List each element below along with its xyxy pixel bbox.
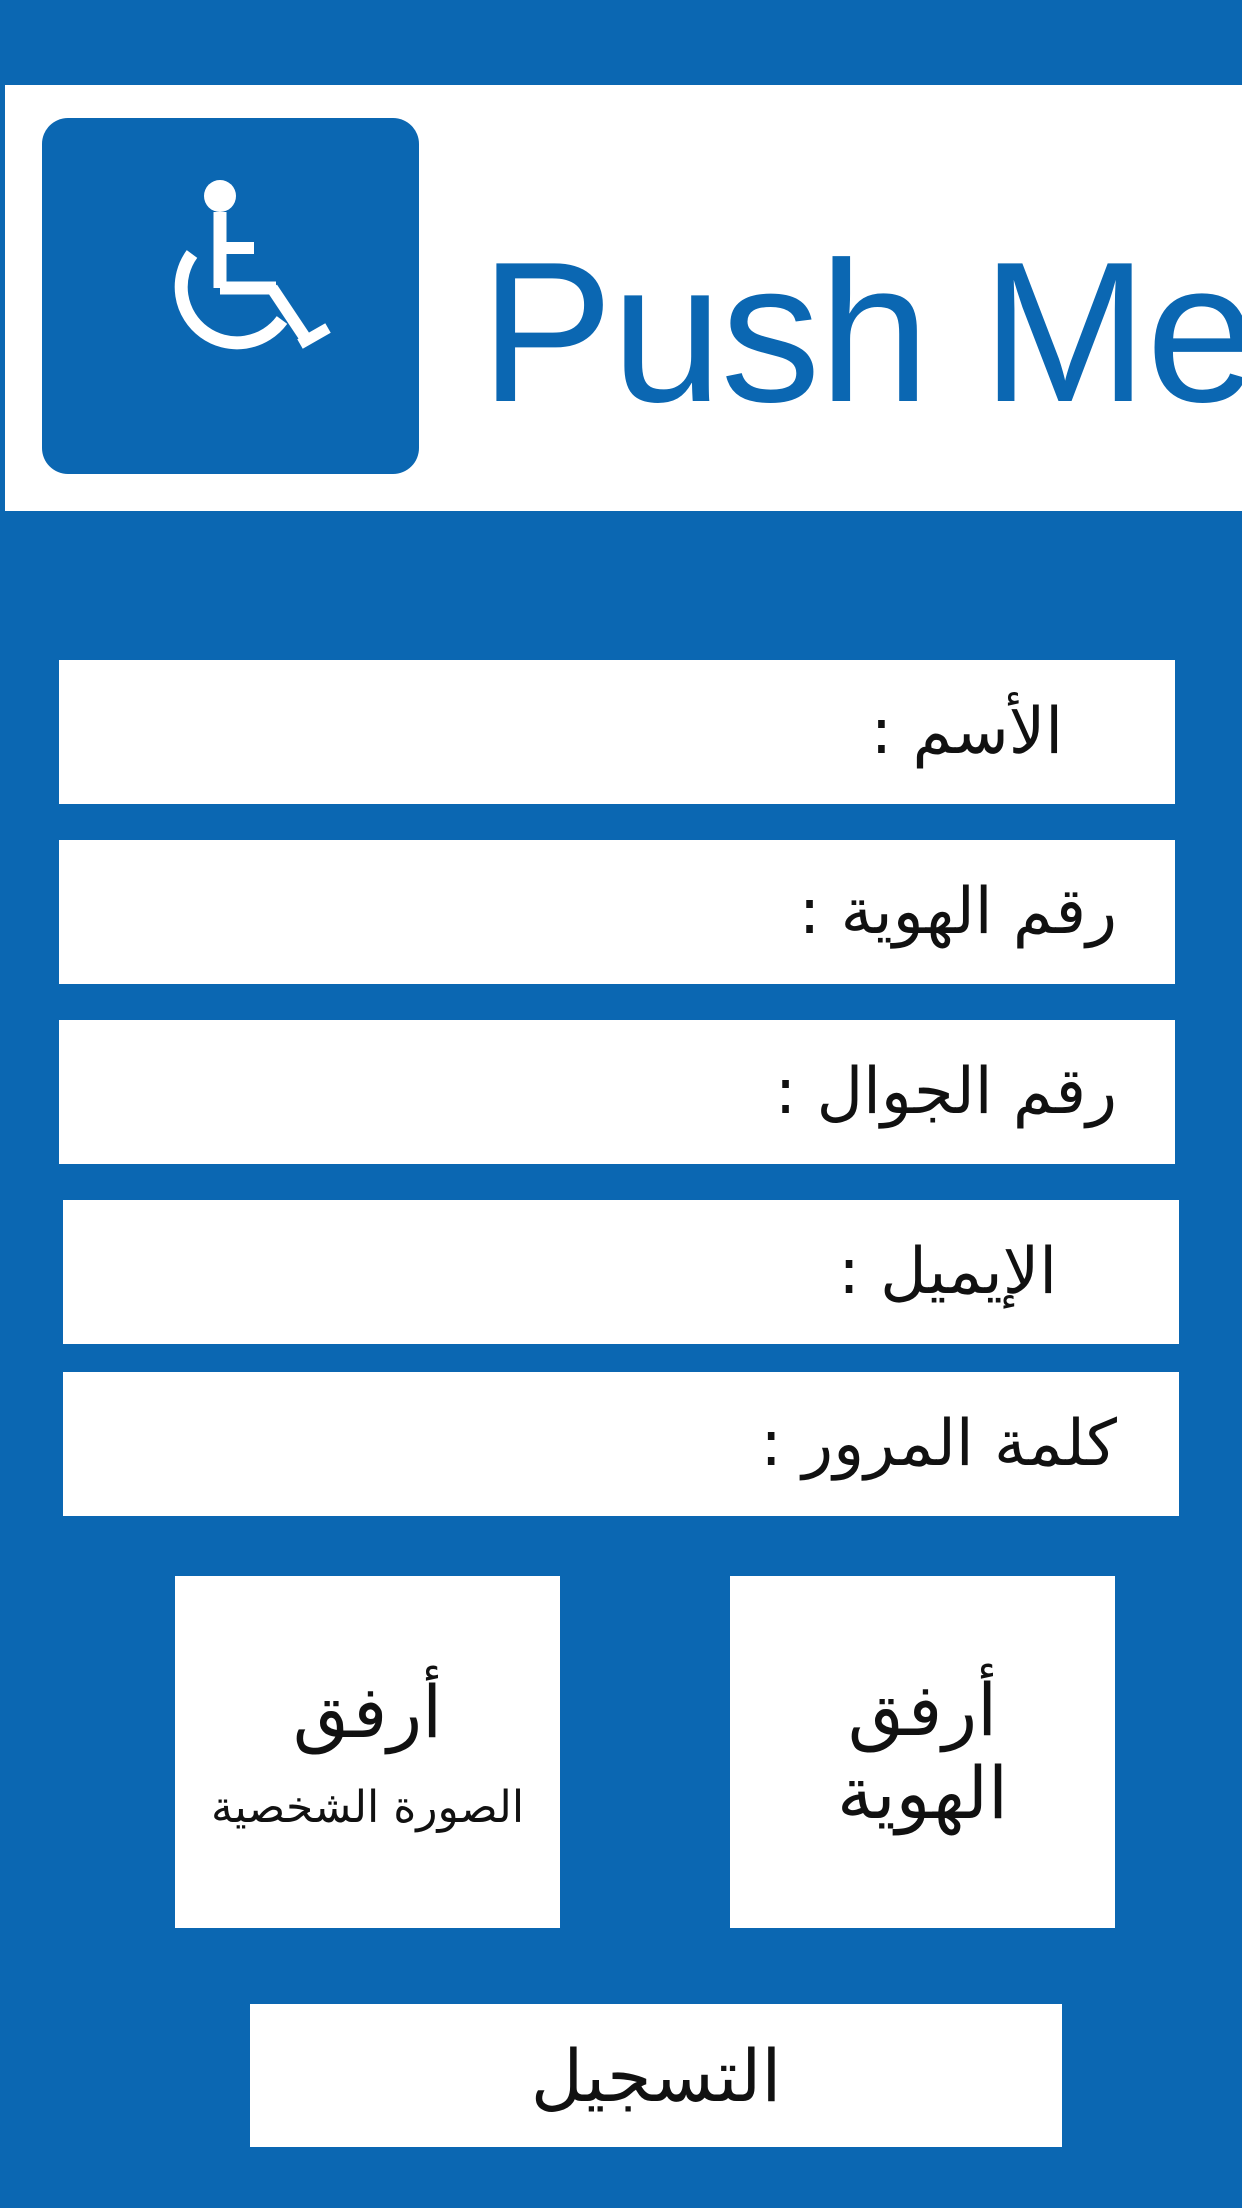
logo <box>42 118 419 474</box>
app-header: Push Me <box>5 85 1242 511</box>
register-button[interactable]: التسجيل <box>250 2004 1062 2147</box>
mobile-number-field[interactable]: رقم الجوال : <box>59 1020 1175 1164</box>
mobile-number-label: رقم الجوال : <box>774 1055 1117 1129</box>
email-field[interactable]: الإيميل : <box>63 1200 1179 1344</box>
attach-photo-subtitle: الصورة الشخصية <box>210 1781 525 1833</box>
id-number-field[interactable]: رقم الهوية : <box>59 840 1175 984</box>
name-label: الأسم : <box>870 695 1063 769</box>
brand-name: Push Me <box>480 221 1242 444</box>
attach-photo-button[interactable]: أرفق الصورة الشخصية <box>175 1576 560 1928</box>
attach-id-subtitle: الهوية <box>837 1751 1008 1835</box>
attach-id-button[interactable]: أرفق الهوية <box>730 1576 1115 1928</box>
wheelchair-icon <box>174 180 331 350</box>
attach-id-title: أرفق <box>847 1668 998 1753</box>
register-label: التسجيل <box>530 2033 782 2118</box>
id-number-label: رقم الهوية : <box>798 875 1117 949</box>
name-field[interactable]: الأسم : <box>59 660 1175 804</box>
password-label: كلمة المرور : <box>760 1407 1117 1481</box>
password-field[interactable]: كلمة المرور : <box>63 1372 1179 1516</box>
email-label: الإيميل : <box>838 1235 1057 1309</box>
attach-photo-title: أرفق <box>292 1670 443 1755</box>
